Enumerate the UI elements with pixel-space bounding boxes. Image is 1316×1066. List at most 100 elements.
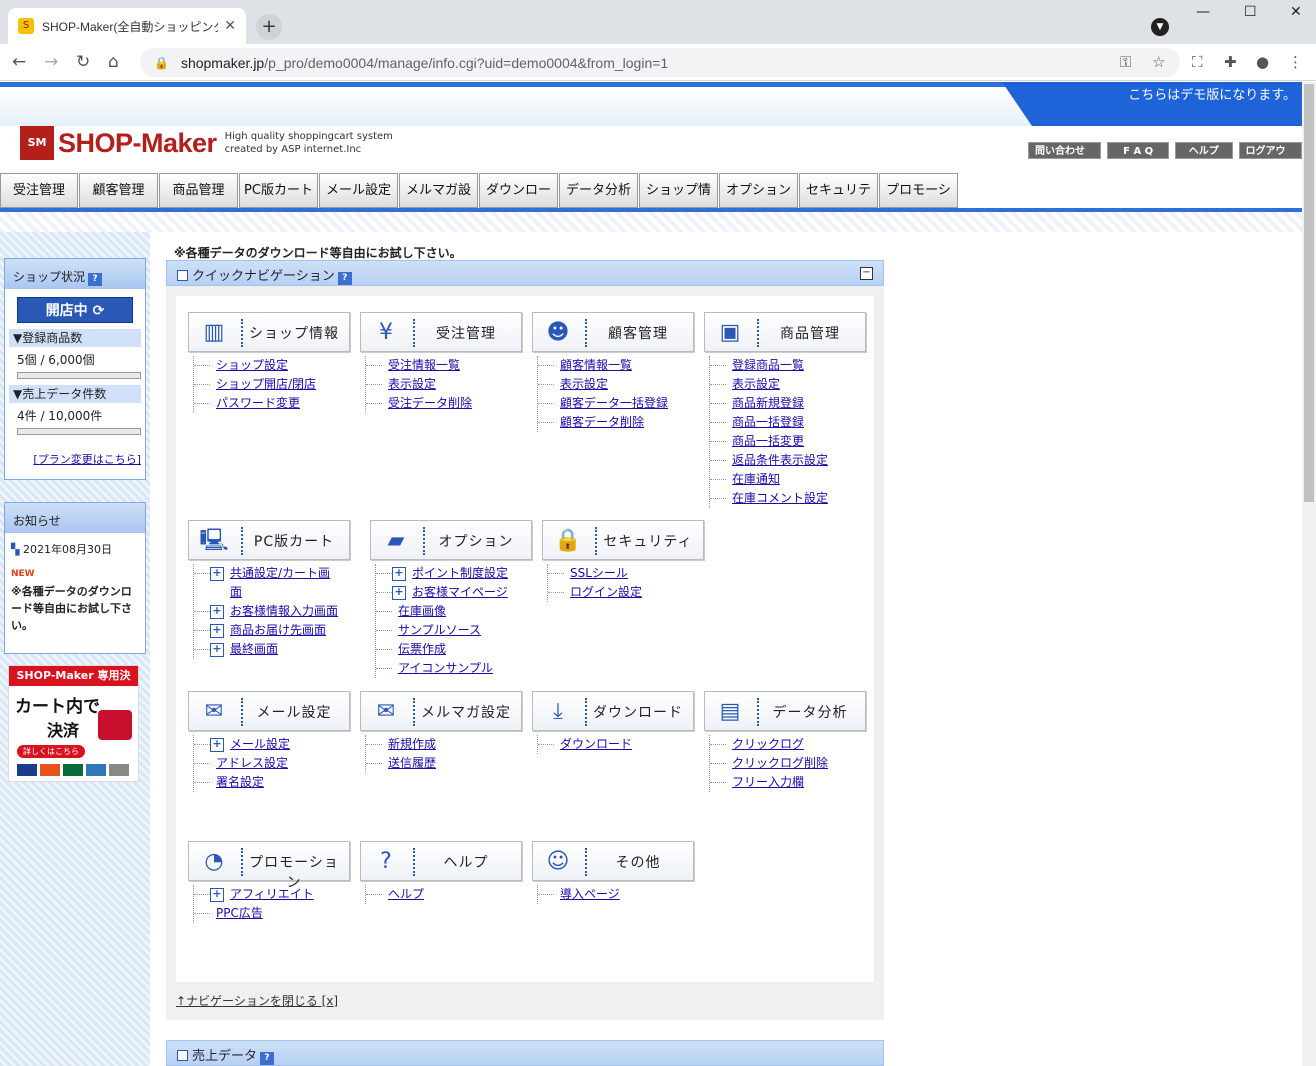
section-card[interactable]: ✉ メルマガ設定 [360, 691, 522, 731]
nav-analytics[interactable]: データ分析 [559, 173, 638, 208]
nav-link[interactable]: 表示設定 [560, 377, 608, 391]
nav-link[interactable]: 伝票作成 [398, 642, 446, 656]
home-icon[interactable]: ⌂ [108, 52, 119, 72]
minimize-panel-icon[interactable]: − [860, 267, 873, 280]
nav-link[interactable]: メール設定 [230, 737, 290, 751]
nav-link[interactable]: クリックログ [732, 737, 804, 751]
nav-link[interactable]: 表示設定 [388, 377, 436, 391]
nav-link[interactable]: 共通設定/カート画 [230, 566, 330, 580]
nav-security[interactable]: セキュリティ [799, 173, 878, 231]
section-card[interactable]: ▥ ショップ情報 [188, 312, 350, 352]
nav-link[interactable]: ログイン設定 [570, 585, 642, 599]
extensions-icon[interactable]: ✚ [1224, 53, 1237, 71]
shop-open-button[interactable]: 開店中 ⟳ [17, 297, 133, 323]
reload-icon[interactable]: ↻ [76, 52, 90, 72]
menu-icon[interactable]: ⋮ [1288, 53, 1303, 71]
section-card[interactable]: ¥ 受注管理 [360, 312, 522, 352]
nav-link[interactable]: お客様マイページ [412, 585, 508, 599]
nav-orders[interactable]: 受注管理 [0, 173, 78, 208]
nav-promotion[interactable]: プロモーション [879, 173, 958, 231]
logout-button[interactable]: ログアウト [1238, 142, 1302, 174]
nav-link[interactable]: 商品一括変更 [732, 434, 804, 448]
nav-link[interactable]: 表示設定 [732, 377, 780, 391]
help-button[interactable]: ヘルプ [1174, 142, 1233, 159]
nav-link[interactable]: ポイント制度設定 [412, 566, 508, 580]
close-tab-icon[interactable]: ✕ [224, 18, 236, 34]
news-text[interactable]: ※各種データのダウンロード等自由にお試し下さい。 [11, 583, 139, 634]
help-icon[interactable]: ? [260, 1052, 275, 1065]
nav-link[interactable]: ヘルプ [388, 887, 424, 901]
nav-link[interactable]: 受注情報一覧 [388, 358, 460, 372]
section-card[interactable]: ☺ その他 [532, 841, 694, 881]
nav-products[interactable]: 商品管理 [159, 173, 238, 208]
nav-link[interactable]: パスワード変更 [216, 396, 300, 410]
nav-link[interactable]: ショップ設定 [216, 358, 288, 372]
nav-shop-info[interactable]: ショップ情報 [639, 173, 718, 231]
nav-link[interactable]: サンプルソース [398, 623, 481, 637]
nav-link[interactable]: 顧客データ削除 [560, 415, 644, 429]
nav-link[interactable]: 返品条件表示設定 [732, 453, 828, 467]
nav-link[interactable]: 商品一括登録 [732, 415, 804, 429]
nav-link[interactable]: 在庫画像 [398, 604, 446, 618]
scrollbar[interactable] [1302, 82, 1316, 1066]
help-icon[interactable]: ? [88, 273, 103, 286]
close-window-icon[interactable]: ✕ [1290, 4, 1302, 20]
nav-pc-cart[interactable]: PC版カート [239, 173, 318, 208]
nav-link[interactable]: ダウンロード [560, 737, 632, 751]
section-card[interactable]: ▣ 商品管理 [704, 312, 866, 352]
section-card[interactable]: ? ヘルプ [360, 841, 522, 881]
nav-link[interactable]: 最終画面 [230, 642, 278, 656]
section-card[interactable]: ✉ メール設定 [188, 691, 350, 731]
media-control-icon[interactable]: ▼ [1151, 18, 1169, 36]
section-card[interactable]: ⤓ ダウンロード [532, 691, 694, 731]
nav-link[interactable]: SSLシール [570, 566, 628, 580]
nav-link[interactable]: 署名設定 [216, 775, 264, 789]
nav-link[interactable]: 登録商品一覧 [732, 358, 804, 372]
nav-link[interactable]: PPC広告 [216, 906, 263, 920]
nav-link[interactable]: アドレス設定 [216, 756, 288, 770]
nav-link[interactable]: 受注データ削除 [388, 396, 472, 410]
nav-link[interactable]: 顧客データ一括登録 [560, 396, 668, 410]
section-card[interactable]: ◔ プロモーション [188, 841, 350, 891]
nav-download[interactable]: ダウンロード [479, 173, 558, 231]
minimize-icon[interactable]: — [1196, 4, 1210, 20]
payment-banner[interactable]: SHOP-Maker 専用決済! カート内で 決済 詳しくはこちら [8, 665, 139, 782]
nav-link[interactable]: 顧客情報一覧 [560, 358, 632, 372]
nav-link[interactable]: クリックログ削除 [732, 756, 828, 770]
maximize-icon[interactable]: ☐ [1244, 4, 1257, 20]
nav-link[interactable]: フリー入力欄 [732, 775, 804, 789]
help-icon[interactable]: ? [337, 272, 352, 285]
nav-newsletter[interactable]: メルマガ設定 [399, 173, 478, 231]
section-card[interactable]: ▤ データ分析 [704, 691, 866, 731]
screenshot-icon[interactable]: ⛶ [1192, 53, 1203, 71]
nav-link[interactable]: 商品新規登録 [732, 396, 804, 410]
section-card[interactable]: ☻ 顧客管理 [532, 312, 694, 352]
scrollbar-thumb[interactable] [1304, 84, 1314, 502]
address-bar[interactable]: 🔒 shopmaker.jp/p_pro/demo0004/manage/inf… [140, 48, 1180, 77]
nav-link[interactable]: 在庫コメント設定 [732, 491, 828, 505]
close-nav-link[interactable]: ↑ナビゲーションを閉じる [x] [176, 992, 338, 1009]
browser-tab[interactable]: S SHOP-Maker(全自動ショッピングカー ✕ [8, 8, 246, 44]
back-icon[interactable]: ← [12, 52, 26, 72]
key-icon[interactable]: ⚿ [1120, 53, 1131, 71]
new-tab-button[interactable]: + [256, 14, 282, 40]
star-icon[interactable]: ☆ [1152, 53, 1165, 71]
nav-link[interactable]: 新規作成 [388, 737, 436, 751]
nav-link[interactable]: 商品お届け先画面 [230, 623, 326, 637]
nav-link[interactable]: ショップ開店/閉店 [216, 377, 316, 391]
section-card[interactable]: ▰ オプション [370, 520, 532, 560]
section-card[interactable]: 🖳 PC版カート [188, 520, 350, 560]
logo[interactable]: SM SHOP-Maker High quality shoppingcart … [20, 126, 393, 160]
nav-mail[interactable]: メール設定 [319, 173, 398, 208]
nav-link[interactable]: 導入ページ [560, 887, 620, 901]
nav-link[interactable]: 面 [230, 585, 242, 599]
nav-customers[interactable]: 顧客管理 [79, 173, 158, 208]
faq-button[interactable]: F A Q [1107, 142, 1169, 159]
forward-icon[interactable]: → [44, 52, 58, 72]
plan-change-link[interactable]: [プラン変更はこちら] [5, 441, 145, 479]
nav-options[interactable]: オプション [719, 173, 798, 208]
profile-icon[interactable]: ● [1256, 53, 1269, 71]
nav-link[interactable]: 送信履歴 [388, 756, 436, 770]
nav-link[interactable]: お客様情報入力画面 [230, 604, 338, 618]
nav-link[interactable]: アフィリエイト [230, 887, 314, 901]
